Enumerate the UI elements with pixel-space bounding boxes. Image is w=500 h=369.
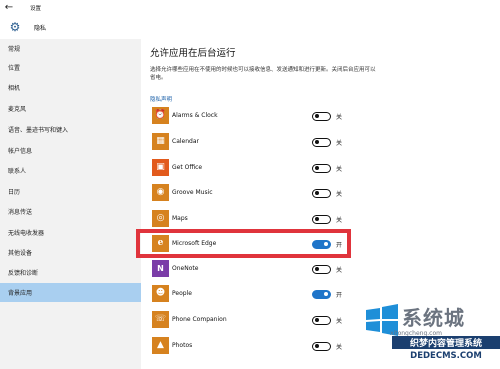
sidebar-item-speech-inking-typing[interactable]: 语音、墨迹书写和键入 xyxy=(0,120,141,139)
page-title: 隐私 xyxy=(34,24,47,32)
toggle-knob xyxy=(315,217,319,222)
background-toggle[interactable] xyxy=(312,265,331,274)
background-toggle[interactable] xyxy=(312,138,331,147)
music-disc-icon: ◉ xyxy=(152,184,169,201)
phone-companion-icon: ☏ xyxy=(152,311,169,328)
app-row-alarms-clock: ⏰ Alarms & Clock 关 xyxy=(141,103,500,129)
sidebar: 常规 位置 相机 麦克风 语音、墨迹书写和键入 帐户信息 联系人 日历 消息传送… xyxy=(0,39,141,369)
sidebar-item-camera[interactable]: 相机 xyxy=(0,78,141,97)
sidebar-item-microphone[interactable]: 麦克风 xyxy=(0,99,141,118)
toggle-knob xyxy=(315,166,319,171)
calendar-icon: ▦ xyxy=(152,133,169,150)
sidebar-item-label: 相机 xyxy=(8,85,21,92)
app-name: People xyxy=(172,290,192,297)
toggle-state-label: 关 xyxy=(336,318,343,325)
app-name: Alarms & Clock xyxy=(172,112,218,119)
sidebar-item-label: 联系人 xyxy=(8,168,27,175)
watermark-band-text: 织梦内容管理系统 xyxy=(392,336,500,349)
sidebar-item-label: 日历 xyxy=(8,189,21,196)
background-toggle[interactable] xyxy=(312,112,331,121)
app-name: OneNote xyxy=(172,265,199,272)
toggle-knob xyxy=(315,267,319,272)
toggle-state-label: 关 xyxy=(336,191,343,198)
sidebar-item-label: 位置 xyxy=(8,65,21,72)
sidebar-item-label: 消息传送 xyxy=(8,209,33,216)
app-row-groove-music: ◉ Groove Music 关 xyxy=(141,180,500,206)
background-toggle[interactable] xyxy=(312,164,331,173)
sidebar-item-label: 背景应用 xyxy=(8,290,33,297)
sidebar-item-contacts[interactable]: 联系人 xyxy=(0,161,141,180)
sidebar-item-background-apps[interactable]: 背景应用 xyxy=(0,283,141,302)
background-toggle[interactable] xyxy=(312,189,331,198)
app-name: Phone Companion xyxy=(172,316,227,323)
app-row-get-office: ▣ Get Office 关 xyxy=(141,155,500,181)
background-toggle[interactable] xyxy=(312,342,331,351)
sidebar-item-label: 帐户信息 xyxy=(8,148,33,155)
background-toggle[interactable] xyxy=(312,215,331,224)
sidebar-item-radios[interactable]: 无线电收发器 xyxy=(0,223,141,242)
onenote-icon: N xyxy=(152,260,169,277)
background-toggle[interactable] xyxy=(312,316,331,325)
sidebar-item-label: 反馈和诊断 xyxy=(8,270,39,277)
back-button[interactable]: ← xyxy=(0,0,18,15)
section-description: 选择允许哪些应用在不使用的时候也可以接收信息、发送通知和进行更新。关闭后台应用可… xyxy=(150,67,376,81)
gear-icon: ⚙ xyxy=(9,20,21,34)
toggle-knob xyxy=(315,140,319,145)
privacy-statement-link[interactable]: 隐私声明 xyxy=(150,95,172,103)
app-name: Groove Music xyxy=(172,189,213,196)
toggle-knob xyxy=(315,114,319,119)
toggle-knob xyxy=(324,292,328,297)
toggle-state-label: 关 xyxy=(336,166,343,173)
office-icon: ▣ xyxy=(152,159,169,176)
background-toggle[interactable] xyxy=(312,290,331,299)
watermark: 系统城 xitongcheng.com 织梦内容管理系统 DEDECMS.COM xyxy=(360,300,500,369)
window-title-bar: ← 设置 xyxy=(0,0,500,15)
app-name: Maps xyxy=(172,215,188,222)
toggle-state-label: 开 xyxy=(336,292,343,299)
sidebar-item-label: 其他设备 xyxy=(8,250,33,257)
app-row-calendar: ▦ Calendar 关 xyxy=(141,129,500,155)
highlight-annotation xyxy=(136,229,351,258)
sidebar-item-account-info[interactable]: 帐户信息 xyxy=(0,141,141,160)
app-name: Get Office xyxy=(172,164,203,171)
app-name: Calendar xyxy=(172,138,199,145)
toggle-state-label: 关 xyxy=(336,140,343,147)
sidebar-item-general[interactable]: 常规 xyxy=(0,39,141,58)
sidebar-item-other-devices[interactable]: 其他设备 xyxy=(0,243,141,262)
toggle-state-label: 关 xyxy=(336,267,343,274)
toggle-state-label: 关 xyxy=(336,344,343,351)
watermark-band-text-2: DEDECMS.COM xyxy=(410,351,482,361)
sidebar-item-feedback-diagnostics[interactable]: 反馈和诊断 xyxy=(0,263,141,282)
toggle-knob xyxy=(315,191,319,196)
sidebar-item-messaging[interactable]: 消息传送 xyxy=(0,202,141,221)
sidebar-item-calendar[interactable]: 日历 xyxy=(0,182,141,201)
window-title: 设置 xyxy=(30,5,42,12)
arrow-left-icon: ← xyxy=(4,2,14,13)
watermark-big-text: 系统城 xyxy=(402,306,465,330)
sidebar-item-location[interactable]: 位置 xyxy=(0,58,141,77)
toggle-state-label: 关 xyxy=(336,114,343,121)
sidebar-item-label: 麦克风 xyxy=(8,106,27,113)
toggle-knob xyxy=(315,318,319,323)
sidebar-item-label: 语音、墨迹书写和键入 xyxy=(8,127,69,134)
page-header: ⚙ 隐私 xyxy=(0,15,500,39)
toggle-knob xyxy=(315,344,319,349)
sidebar-item-label: 无线电收发器 xyxy=(8,230,45,237)
sidebar-item-label: 常规 xyxy=(8,46,21,53)
app-row-onenote: N OneNote 关 xyxy=(141,256,500,282)
people-icon: ☻ xyxy=(152,285,169,302)
toggle-state-label: 关 xyxy=(336,217,343,224)
app-name: Photos xyxy=(172,342,193,349)
section-title: 允许应用在后台运行 xyxy=(150,48,236,59)
photos-icon: ▲ xyxy=(152,337,169,354)
map-pin-icon: ◎ xyxy=(152,210,169,227)
alarm-clock-icon: ⏰ xyxy=(152,107,169,124)
